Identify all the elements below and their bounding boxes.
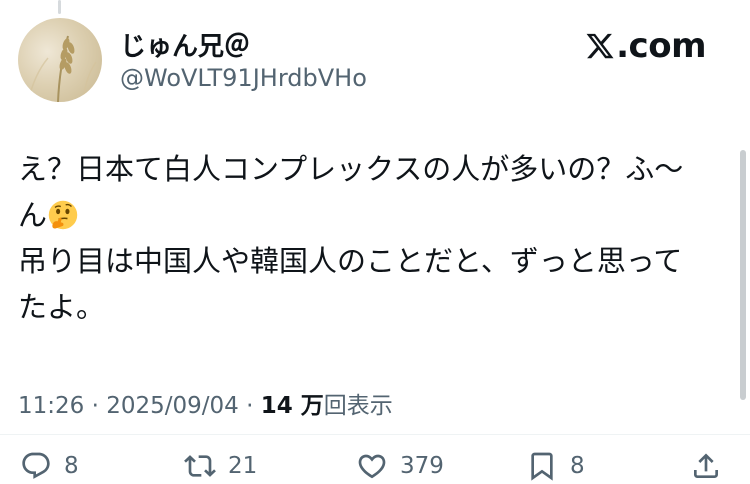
reply-button[interactable]: 8	[20, 446, 79, 484]
logo-domain-text: .com	[616, 26, 706, 66]
repost-button[interactable]: 21	[184, 446, 257, 484]
tweet-line: たよ。	[18, 290, 106, 324]
heart-icon	[358, 454, 386, 479]
tweet-card: じゅん兄＠ @WoVLT91JHrdbVHo .com え？日本て白人コンプレッ…	[0, 0, 750, 484]
thread-line	[58, 0, 61, 14]
thinking-face-emoji-icon	[48, 200, 78, 230]
avatar[interactable]	[18, 18, 102, 102]
action-bar: 8 21 379 8	[0, 446, 750, 484]
wheat-photo	[27, 35, 97, 102]
divider	[0, 434, 750, 435]
tweet-line: 吊り目は中国人や韓国人のことだと、ずっと思って	[18, 244, 683, 278]
repost-count: 21	[228, 453, 258, 479]
display-name[interactable]: じゅん兄＠	[120, 26, 250, 63]
bookmark-count: 8	[570, 453, 585, 479]
views-count: 14 万	[260, 393, 324, 419]
reply-count: 8	[64, 453, 79, 479]
tweet-date[interactable]: 2025/09/04	[106, 393, 239, 419]
tweet-text: え？日本て白人コンプレックスの人が多いの？ふ〜 ん 吊り目は中国人や韓国人のこと…	[18, 146, 718, 330]
tweet-time[interactable]: 11:26	[18, 393, 84, 419]
share-button[interactable]	[690, 446, 734, 484]
like-count: 379	[400, 453, 444, 479]
meta-separator: ·	[91, 393, 99, 419]
repost-icon	[184, 455, 216, 477]
x-icon	[586, 33, 614, 59]
x-logo: .com	[585, 26, 706, 66]
reply-icon	[22, 452, 50, 479]
meta-separator: ·	[246, 393, 254, 419]
user-handle[interactable]: @WoVLT91JHrdbVHo	[120, 64, 367, 92]
scrollbar[interactable]	[740, 150, 746, 400]
tweet-line: え？日本て白人コンプレックスの人が多いの？ふ〜	[18, 152, 684, 186]
share-icon	[694, 453, 718, 478]
tweet-meta: 11:26 · 2025/09/04 · 14 万回表示	[18, 386, 393, 420]
like-button[interactable]: 379	[356, 446, 444, 484]
tweet-line: ん	[18, 198, 48, 232]
tweet-line-with-emoji: ん	[18, 192, 718, 238]
bookmark-icon	[531, 452, 553, 481]
views-label: 回表示	[323, 393, 393, 419]
bookmark-button[interactable]: 8	[526, 446, 585, 484]
